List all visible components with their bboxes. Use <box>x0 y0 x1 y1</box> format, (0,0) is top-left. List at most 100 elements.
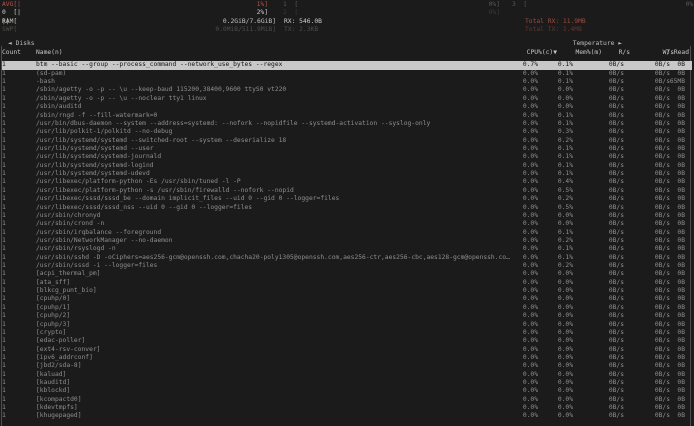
row-write-rate: 0B/s <box>655 245 670 253</box>
table-row[interactable]: 1 [kcompactd0] 0.0% 0.0% 0B/s 0B/s 0B <box>2 396 692 404</box>
table-row[interactable]: 1 /sbin/auditd 0.0% 0.0% 0B/s 0B/s 0B <box>2 103 692 111</box>
row-total-read: 0B <box>677 229 685 237</box>
table-row[interactable]: 1 [cpuhp/3] 0.0% 0.0% 0B/s 0B/s 0B <box>2 321 692 329</box>
row-count: 1 <box>2 337 6 345</box>
table-row[interactable]: 1 (sd-pam) 0.0% 0.1% 0B/s 0B/s 0B <box>2 70 692 78</box>
table-row[interactable]: 1 [kdevtmpfs] 0.0% 0.0% 0B/s 0B/s 0B <box>2 404 692 412</box>
table-row[interactable]: 1 [ext4-rsv-conver] 0.0% 0.0% 0B/s 0B/s … <box>2 346 692 354</box>
col-header-mem[interactable]: Mem%(m) <box>575 49 602 57</box>
row-mem: 0.0% <box>558 304 573 312</box>
row-cpu: 0.0% <box>523 295 538 303</box>
table-row[interactable]: 1 /sbin/agetty -o -p -- \u --keep-baud 1… <box>2 86 692 94</box>
table-row[interactable]: 1 /usr/lib/systemd/systemd --switched-ro… <box>2 137 692 145</box>
row-count: 1 <box>2 128 6 136</box>
row-write-rate: 0B/s <box>655 128 670 136</box>
table-row[interactable]: 1 /usr/sbin/NetworkManager --no-daemon 0… <box>2 237 692 245</box>
table-row[interactable]: 1 /usr/sbin/chronyd 0.0% 0.0% 0B/s 0B/s … <box>2 212 692 220</box>
table-row[interactable]: 1 /usr/libexec/sssd/sssd_be --domain imp… <box>2 195 692 203</box>
row-total-read: 0B <box>677 262 685 270</box>
row-count: 1 <box>2 329 6 337</box>
row-write-rate: 0B/s <box>655 396 670 404</box>
table-row[interactable]: 1 /usr/sbin/sssd -i --logger=files 0.0% … <box>2 262 692 270</box>
temperature-nav-right[interactable]: Temperature ► <box>573 40 622 48</box>
row-total-read: 0B <box>677 128 685 136</box>
col-header-name[interactable]: Name(n) <box>36 49 63 57</box>
row-count: 1 <box>2 279 6 287</box>
table-row[interactable]: 1 -bash 0.0% 0.1% 0B/s 0B/s 65MB <box>2 78 692 86</box>
row-total-read: 65MB <box>670 78 685 86</box>
tx-rate: TX: 2.3KB <box>284 26 318 34</box>
table-row[interactable]: 1 /sbin/agetty -o -p -- \u --noclear tty… <box>2 95 692 103</box>
row-write-rate: 0B/s <box>655 212 670 220</box>
row-cpu: 0.0% <box>523 103 538 111</box>
col-header-count[interactable]: Count <box>2 49 21 57</box>
row-process-name: [jbd2/sda-8] <box>36 362 82 370</box>
row-total-read: 0B <box>677 61 685 69</box>
row-write-rate: 0B/s <box>655 204 670 212</box>
col-header-rs[interactable]: R/s <box>619 49 630 57</box>
table-row[interactable]: 1 /sbin/rngd -f --fill-watermark=0 0.0% … <box>2 112 692 120</box>
row-total-read: 0B <box>677 312 685 320</box>
row-mem: 0.1% <box>558 153 573 161</box>
col-header-cpu-sort[interactable]: CPU%(c)▼ <box>527 49 557 57</box>
row-read-rate: 0B/s <box>609 329 624 337</box>
table-row[interactable]: 1 /usr/libexec/sssd/sssd_nss --uid 0 --g… <box>2 204 692 212</box>
table-row[interactable]: 1 /usr/sbin/rsyslogd -n 0.0% 0.1% 0B/s 0… <box>2 245 692 253</box>
table-row[interactable]: 1 /usr/lib/systemd/systemd-logind 0.0% 0… <box>2 162 692 170</box>
row-cpu: 0.0% <box>523 212 538 220</box>
table-row[interactable]: 1 /usr/sbin/irqbalance --foreground 0.0%… <box>2 229 692 237</box>
row-read-rate: 0B/s <box>609 86 624 94</box>
row-total-read: 0B <box>677 103 685 111</box>
row-write-rate: 0B/s <box>655 153 670 161</box>
table-row[interactable]: 1 /usr/lib/polkit-1/polkitd --no-debug 0… <box>2 128 692 136</box>
row-total-read: 0B <box>677 245 685 253</box>
table-row[interactable]: 1 [khugepaged] 0.0% 0.0% 0B/s 0B/s 0B <box>2 412 692 420</box>
row-count: 1 <box>2 237 6 245</box>
table-row[interactable]: 1 [kauditd] 0.0% 0.0% 0B/s 0B/s 0B <box>2 379 692 387</box>
table-row[interactable]: 1 /usr/libexec/platform-python -Es /usr/… <box>2 178 692 186</box>
table-row[interactable]: 1 /usr/lib/systemd/systemd-udevd 0.0% 0.… <box>2 170 692 178</box>
row-count: 1 <box>2 245 6 253</box>
table-row[interactable]: 1 /usr/lib/systemd/systemd-journald 0.0%… <box>2 153 692 161</box>
table-row[interactable]: 1 [jbd2/sda-8] 0.0% 0.0% 0B/s 0B/s 0B <box>2 362 692 370</box>
row-count: 1 <box>2 412 6 420</box>
row-count: 1 <box>2 170 6 178</box>
table-row[interactable]: 1 /usr/bin/dbus-daemon --system --addres… <box>2 120 692 128</box>
row-read-rate: 0B/s <box>609 153 624 161</box>
row-total-read: 0B <box>677 412 685 420</box>
row-cpu: 0.0% <box>523 354 538 362</box>
table-row[interactable]: 1 btm --basic --group --process_command … <box>2 61 692 69</box>
table-row[interactable]: 1 /usr/libexec/platform-python -s /usr/s… <box>2 187 692 195</box>
row-cpu: 0.0% <box>523 287 538 295</box>
row-read-rate: 0B/s <box>609 212 624 220</box>
row-mem: 0.1% <box>558 254 573 262</box>
row-count: 1 <box>2 304 6 312</box>
table-row[interactable]: 1 [acpi_thermal_pm] 0.0% 0.0% 0B/s 0B/s … <box>2 270 692 278</box>
col-header-tread[interactable]: T.Read <box>666 49 689 57</box>
table-row[interactable]: 1 [kaluad] 0.0% 0.0% 0B/s 0B/s 0B <box>2 371 692 379</box>
row-count: 1 <box>2 204 6 212</box>
table-row[interactable]: 1 [edac-poller] 0.0% 0.0% 0B/s 0B/s 0B <box>2 337 692 345</box>
table-row[interactable]: 1 [blkcg_punt_bio] 0.0% 0.0% 0B/s 0B/s 0… <box>2 287 692 295</box>
table-row[interactable]: 1 [cpuhp/0] 0.0% 0.0% 0B/s 0B/s 0B <box>2 295 692 303</box>
row-write-rate: 0B/s <box>655 262 670 270</box>
row-write-rate: 0B/s <box>655 295 670 303</box>
table-row[interactable]: 1 [crypto] 0.0% 0.0% 0B/s 0B/s 0B <box>2 329 692 337</box>
disks-nav-left[interactable]: ◄ Disks <box>8 40 35 48</box>
row-process-name: /sbin/agetty -o -p -- \u --keep-baud 115… <box>36 86 286 94</box>
table-row[interactable]: 1 /usr/sbin/crond -n 0.0% 0.0% 0B/s 0B/s… <box>2 220 692 228</box>
row-mem: 0.1% <box>558 120 573 128</box>
row-count: 1 <box>2 262 6 270</box>
row-process-name: [ext4-rsv-conver] <box>36 346 100 354</box>
table-row[interactable]: 1 [kblockd] 0.0% 0.0% 0B/s 0B/s 0B <box>2 387 692 395</box>
table-row[interactable]: 1 [cpuhp/1] 0.0% 0.0% 0B/s 0B/s 0B <box>2 304 692 312</box>
table-row[interactable]: 1 [ata_sff] 0.0% 0.0% 0B/s 0B/s 0B <box>2 279 692 287</box>
table-row[interactable]: 1 /usr/lib/systemd/systemd --user 0.0% 0… <box>2 145 692 153</box>
table-row[interactable]: 1 /usr/sbin/sshd -D -oCiphers=aes256-gcm… <box>2 254 692 262</box>
cpu-gauge-3: 3 [ 0%] <box>512 1 694 9</box>
table-row[interactable]: 1 [cpuhp/2] 0.0% 0.0% 0B/s 0B/s 0B <box>2 312 692 320</box>
table-row[interactable]: 1 [ipv6_addrconf] 0.0% 0.0% 0B/s 0B/s 0B <box>2 354 692 362</box>
row-total-read: 0B <box>677 187 685 195</box>
row-count: 1 <box>2 178 6 186</box>
row-mem: 0.4% <box>558 178 573 186</box>
